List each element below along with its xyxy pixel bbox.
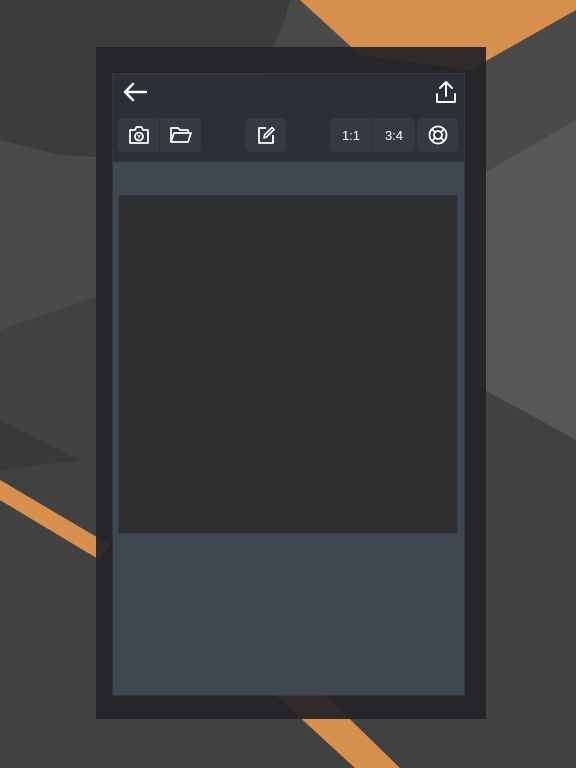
camera-icon: [128, 126, 149, 144]
folder-open-icon: [169, 127, 192, 143]
back-button[interactable]: [119, 76, 151, 108]
aspect-ratio-group: 1:1 3:4: [330, 118, 415, 152]
file-button-group: [118, 118, 201, 152]
edit-button[interactable]: [245, 118, 286, 152]
edit-pencil-icon: [257, 126, 275, 144]
editor-window: 1:1 3:4: [113, 74, 464, 695]
lifebuoy-icon: [428, 125, 447, 145]
arrow-left-icon: [123, 82, 148, 102]
ratio-3-4-button[interactable]: 3:4: [372, 118, 415, 152]
top-toolbar: 1:1 3:4: [113, 74, 464, 162]
help-button[interactable]: [417, 118, 458, 152]
image-canvas[interactable]: [119, 196, 457, 533]
camera-button[interactable]: [118, 118, 159, 152]
share-button[interactable]: [431, 76, 461, 108]
help-button-group: [417, 118, 458, 152]
ratio-1-1-button[interactable]: 1:1: [330, 118, 372, 152]
open-folder-button[interactable]: [159, 118, 201, 152]
share-upload-icon: [436, 81, 456, 103]
edit-button-group: [245, 118, 286, 152]
